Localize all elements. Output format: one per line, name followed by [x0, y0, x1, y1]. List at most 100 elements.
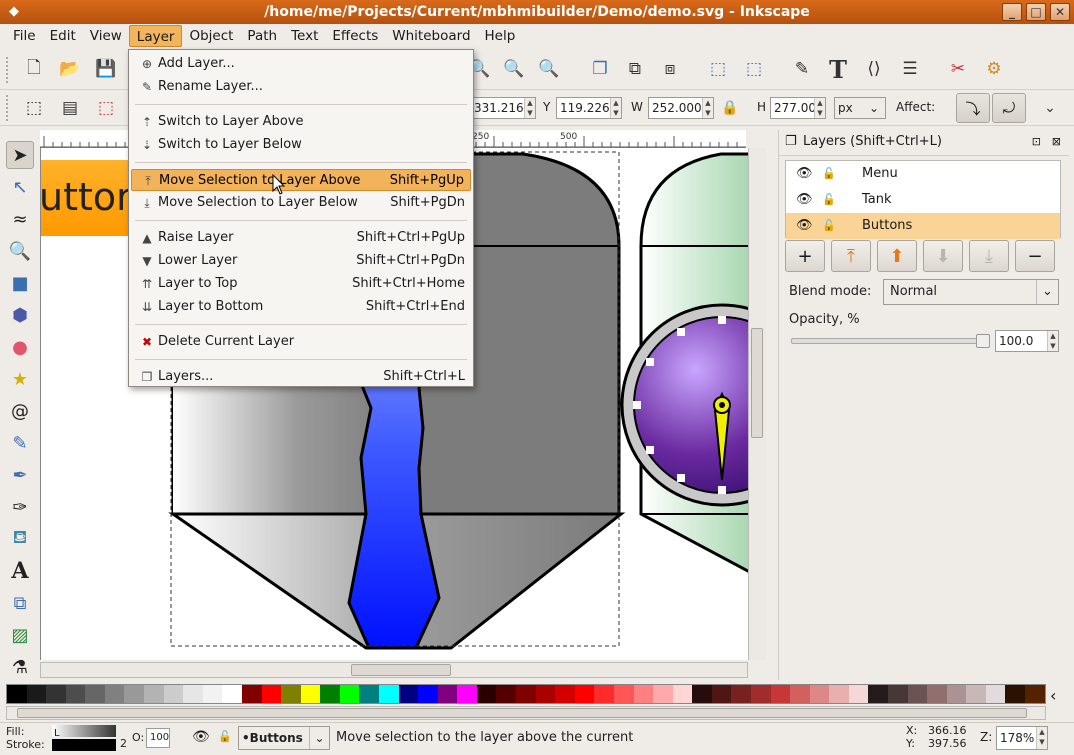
- lock-icon[interactable]: 🔓: [822, 213, 836, 239]
- palette-swatch[interactable]: [183, 685, 203, 703]
- palette-swatch[interactable]: [300, 685, 321, 703]
- menu-item-move-selection-to-layer-above[interactable]: ⤒ Move Selection to Layer Above Shift+PgUp: [131, 169, 471, 191]
- palette-swatch[interactable]: [261, 685, 282, 703]
- palette-swatch[interactable]: [848, 685, 869, 703]
- eye-icon[interactable]: 👁: [796, 187, 813, 213]
- paint-bucket-tool-icon[interactable]: ⛾: [6, 525, 34, 553]
- lock-icon[interactable]: 🔓: [822, 161, 836, 187]
- menu-item-add-layer[interactable]: ⊕ Add Layer...: [131, 53, 471, 75]
- deselect-icon[interactable]: ⬚: [92, 94, 120, 122]
- close-button[interactable]: ✕: [1050, 3, 1070, 21]
- unit-select[interactable]: px ⌄: [834, 97, 886, 119]
- palette-swatch[interactable]: [496, 685, 517, 703]
- save-icon[interactable]: 💾: [92, 55, 120, 83]
- stroke-indicator[interactable]: [52, 739, 116, 751]
- menu-help[interactable]: Help: [478, 25, 523, 47]
- lock-icon[interactable]: 🔓: [822, 187, 836, 213]
- select-all-icon[interactable]: ⬚: [20, 94, 48, 122]
- palette-swatch[interactable]: [320, 685, 340, 703]
- menu-item-lower-layer[interactable]: ▼ Lower Layer Shift+Ctrl+PgDn: [131, 250, 471, 272]
- menu-item-layer-to-bottom[interactable]: ⇊ Layer to Bottom Shift+Ctrl+End: [131, 296, 471, 318]
- menu-layer[interactable]: Layer: [128, 25, 183, 47]
- palette-swatch[interactable]: [750, 685, 771, 703]
- menu-item-rename-layer[interactable]: ✎ Rename Layer...: [131, 76, 471, 98]
- layer-name[interactable]: Tank: [862, 187, 892, 213]
- minimize-button[interactable]: _: [1002, 3, 1022, 21]
- palette-swatch[interactable]: [633, 685, 654, 703]
- palette-swatch[interactable]: [888, 685, 908, 703]
- zoom-drawing-icon[interactable]: 🔍: [500, 55, 528, 83]
- menu-item-switch-to-layer-above[interactable]: ⇡ Switch to Layer Above: [131, 111, 471, 133]
- panel-close-icon[interactable]: ⊠: [1052, 130, 1061, 154]
- palette-swatch[interactable]: [535, 685, 556, 703]
- palette-swatch[interactable]: [202, 685, 223, 703]
- palette-scrollbar[interactable]: [6, 706, 1046, 720]
- menu-path[interactable]: Path: [240, 25, 284, 47]
- menu-effects[interactable]: Effects: [325, 25, 385, 47]
- delete-layer-button[interactable]: −: [1015, 240, 1055, 272]
- palette-swatch[interactable]: [985, 685, 1006, 703]
- canvas-vertical-scrollbar[interactable]: [748, 148, 766, 660]
- horizontal-scroll-thumb[interactable]: [351, 664, 451, 676]
- select-all-layers-icon[interactable]: ▤: [56, 94, 84, 122]
- eye-icon[interactable]: 👁: [796, 213, 813, 239]
- export-icon[interactable]: ⬚: [740, 55, 768, 83]
- palette-swatch[interactable]: [711, 685, 732, 703]
- raise-layer-button[interactable]: ⬆: [877, 240, 917, 272]
- menu-edit[interactable]: Edit: [43, 25, 83, 47]
- new-document-icon[interactable]: 🗋: [20, 55, 48, 83]
- palette-swatch[interactable]: [790, 685, 810, 703]
- palette-swatch[interactable]: [653, 685, 673, 703]
- pen-tool-icon[interactable]: ✒: [6, 461, 34, 489]
- ellipse-tool-icon[interactable]: ●: [6, 333, 34, 361]
- eye-icon[interactable]: 👁: [192, 729, 210, 745]
- canvas-horizontal-scrollbar[interactable]: [40, 662, 748, 678]
- group-icon[interactable]: ⧉: [621, 55, 649, 83]
- menu-item-layer-to-top[interactable]: ⇈ Layer to Top Shift+Ctrl+Home: [131, 273, 471, 295]
- palette-swatch[interactable]: [809, 685, 830, 703]
- palette-swatch[interactable]: [516, 685, 536, 703]
- gradient-tool-icon[interactable]: ▨: [6, 621, 34, 649]
- palette-swatch[interactable]: [770, 685, 791, 703]
- tweak-tool-icon[interactable]: ≈: [6, 205, 34, 233]
- palette-swatch[interactable]: [144, 685, 164, 703]
- star-tool-icon[interactable]: ★: [6, 365, 34, 393]
- layer-row-menu[interactable]: 👁 🔓 Menu: [786, 161, 1060, 187]
- fill-stroke-icon[interactable]: ✎: [788, 55, 816, 83]
- palette-swatch[interactable]: [829, 685, 849, 703]
- zoom-tool-icon[interactable]: 🔍: [6, 237, 34, 265]
- palette-swatch[interactable]: [241, 685, 262, 703]
- palette-swatch[interactable]: [339, 685, 360, 703]
- toolbar-grip[interactable]: [6, 57, 10, 83]
- palette-swatch[interactable]: [476, 685, 497, 703]
- panel-dock-icon[interactable]: ⊡: [1032, 130, 1041, 154]
- preferences-icon[interactable]: ✂: [944, 55, 972, 83]
- dropper-tool-icon[interactable]: ⚗: [6, 653, 34, 681]
- layer-name[interactable]: Buttons: [862, 213, 912, 239]
- chevron-left-icon[interactable]: ‹: [1050, 686, 1056, 705]
- palette-swatch[interactable]: [378, 685, 399, 703]
- color-palette[interactable]: [6, 684, 1046, 704]
- scale-corners-toggle[interactable]: ⤾: [992, 93, 1026, 123]
- duplicate-icon[interactable]: ❐: [586, 55, 614, 83]
- spiral-tool-icon[interactable]: @: [6, 397, 34, 425]
- palette-swatch[interactable]: [359, 685, 379, 703]
- palette-swatch[interactable]: [457, 685, 477, 703]
- palette-swatch[interactable]: [85, 685, 105, 703]
- menu-item-delete-current-layer[interactable]: ✖ Delete Current Layer: [131, 331, 471, 353]
- zoom-field[interactable]: 178% ▲ ▼: [996, 726, 1048, 750]
- menu-whiteboard[interactable]: Whiteboard: [385, 25, 477, 47]
- maximize-button[interactable]: □: [1026, 3, 1046, 21]
- palette-swatch[interactable]: [418, 685, 438, 703]
- blend-mode-select[interactable]: Normal ⌄: [883, 279, 1059, 305]
- palette-swatch[interactable]: [692, 685, 712, 703]
- palette-swatch[interactable]: [731, 685, 751, 703]
- current-layer-select[interactable]: •Buttons ⌄: [238, 726, 330, 750]
- scale-stroke-toggle[interactable]: ⤵: [956, 93, 990, 123]
- lock-ratio-icon[interactable]: 🔒: [716, 94, 744, 122]
- palette-swatch[interactable]: [7, 685, 27, 703]
- palette-swatch[interactable]: [1025, 685, 1045, 703]
- layers-list[interactable]: 👁 🔓 Menu 👁 🔓 Tank 👁 🔓 Buttons: [785, 160, 1061, 239]
- palette-swatch[interactable]: [104, 685, 125, 703]
- menu-object[interactable]: Object: [182, 25, 240, 47]
